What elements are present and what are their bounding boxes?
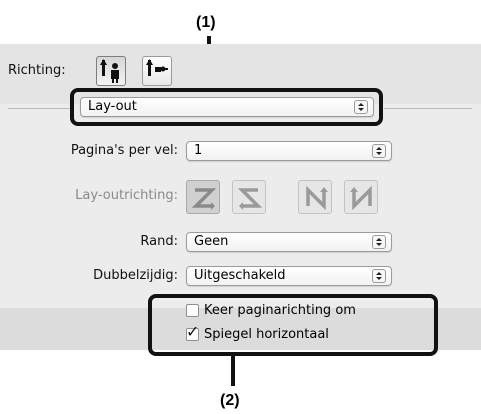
layout-direction-label: Lay-outrichting: [75,188,178,203]
select-arrows-icon [372,269,386,283]
panel-menu-value: Lay-out [88,99,137,114]
pages-per-sheet-select[interactable]: 1 [186,141,392,161]
callout-leader-2 [231,354,235,386]
section-divider-left [8,108,72,109]
select-arrows-icon [372,235,386,249]
orientation-buttons [96,56,176,88]
duplex-value: Uitgeschakeld [194,268,286,283]
portrait-orientation-button[interactable] [96,56,126,86]
pages-per-sheet-label: Pagina's per vel: [70,143,178,158]
pages-per-sheet-value: 1 [194,143,203,158]
landscape-orientation-icon [143,59,171,89]
select-arrows-icon [354,100,368,114]
layout-direction-s-button[interactable] [232,180,266,214]
reverse-orientation-option[interactable]: Keer paginarichting om [186,303,416,319]
portrait-orientation-icon [97,59,125,89]
layout-direction-z-button[interactable] [186,180,220,214]
callout-label-1: (1) [196,14,216,31]
reverse-orientation-checkbox[interactable] [186,304,199,317]
callout-label-2: (2) [220,392,240,409]
border-select[interactable]: Geen [186,232,392,252]
mirror-horizontal-option[interactable]: ✓ Spiegel horizontaal [186,324,416,343]
reverse-orientation-label: Keer paginarichting om [204,303,356,318]
layout-direction-n-button[interactable] [344,180,378,214]
duplex-label: Dubbelzijdig: [93,268,178,283]
section-divider-right [384,108,472,109]
layout-direction-n-reverse-button[interactable] [298,180,332,214]
panel-menu-select[interactable]: Lay-out [80,97,374,117]
mirror-horizontal-checkbox[interactable]: ✓ [186,324,199,341]
select-arrows-icon [372,144,386,158]
landscape-orientation-button[interactable] [142,56,172,86]
duplex-select[interactable]: Uitgeschakeld [186,266,392,286]
border-label: Rand: [140,234,178,249]
orientation-label: Richting: [8,63,66,78]
border-value: Geen [194,234,229,249]
checkmark-icon: ✓ [186,322,200,341]
mirror-horizontal-label: Spiegel horizontaal [204,327,329,342]
